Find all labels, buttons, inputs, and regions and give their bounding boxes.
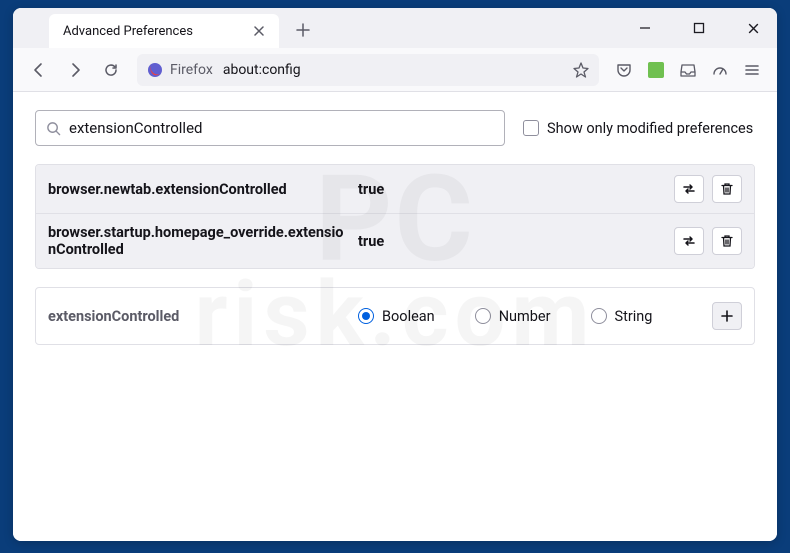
delete-button[interactable]: [712, 227, 742, 255]
maximize-button[interactable]: [681, 14, 717, 42]
reload-button[interactable]: [95, 54, 127, 86]
address-bar[interactable]: Firefox about:config: [137, 54, 599, 86]
search-icon: [46, 121, 61, 136]
radio-icon: [475, 308, 491, 324]
menu-button[interactable]: [737, 55, 767, 85]
url-brand: Firefox: [170, 62, 213, 78]
tab-title: Advanced Preferences: [63, 24, 249, 39]
toggle-button[interactable]: [674, 227, 704, 255]
extension-green-icon[interactable]: [641, 55, 671, 85]
new-tab-button[interactable]: [289, 16, 317, 44]
pocket-icon[interactable]: [609, 55, 639, 85]
content-area: extensionControlled Show only modified p…: [13, 92, 777, 541]
dashboard-icon[interactable]: [705, 55, 735, 85]
firefox-logo-icon: [146, 61, 164, 79]
titlebar: Advanced Preferences: [13, 8, 777, 48]
add-pref-section: extensionControlled Boolean Number Strin…: [35, 287, 755, 345]
bookmark-star-icon[interactable]: [572, 61, 590, 79]
forward-button[interactable]: [59, 54, 91, 86]
pref-name: browser.newtab.extensionControlled: [48, 181, 358, 198]
toggle-button[interactable]: [674, 175, 704, 203]
delete-button[interactable]: [712, 175, 742, 203]
minimize-button[interactable]: [627, 14, 663, 42]
url-text: about:config: [223, 62, 572, 78]
pref-row[interactable]: browser.startup.homepage_override.extens…: [36, 214, 754, 268]
radio-number[interactable]: Number: [475, 308, 551, 325]
add-pref-button[interactable]: [712, 302, 742, 330]
radio-string[interactable]: String: [591, 308, 653, 325]
close-window-button[interactable]: [735, 14, 771, 42]
back-button[interactable]: [23, 54, 55, 86]
checkbox-icon: [523, 120, 539, 136]
pref-search-input[interactable]: extensionControlled: [35, 110, 505, 146]
inbox-icon[interactable]: [673, 55, 703, 85]
search-value: extensionControlled: [69, 119, 494, 137]
browser-tab[interactable]: Advanced Preferences: [49, 14, 279, 48]
pref-value: true: [358, 233, 674, 250]
pref-value: true: [358, 181, 674, 198]
radio-label: Number: [499, 308, 551, 325]
pref-table: browser.newtab.extensionControlled true …: [35, 164, 755, 269]
radio-icon: [591, 308, 607, 324]
show-modified-checkbox[interactable]: Show only modified preferences: [523, 120, 753, 137]
pref-row[interactable]: browser.newtab.extensionControlled true: [36, 165, 754, 214]
type-radio-group: Boolean Number String: [358, 308, 712, 325]
radio-label: Boolean: [382, 308, 435, 325]
radio-boolean[interactable]: Boolean: [358, 308, 435, 325]
pref-name: browser.startup.homepage_override.extens…: [48, 224, 358, 258]
close-tab-icon[interactable]: [249, 21, 269, 41]
add-pref-name: extensionControlled: [48, 308, 358, 325]
checkbox-label-text: Show only modified preferences: [547, 120, 753, 137]
radio-label: String: [615, 308, 653, 325]
radio-icon: [358, 308, 374, 324]
navigation-toolbar: Firefox about:config: [13, 48, 777, 92]
